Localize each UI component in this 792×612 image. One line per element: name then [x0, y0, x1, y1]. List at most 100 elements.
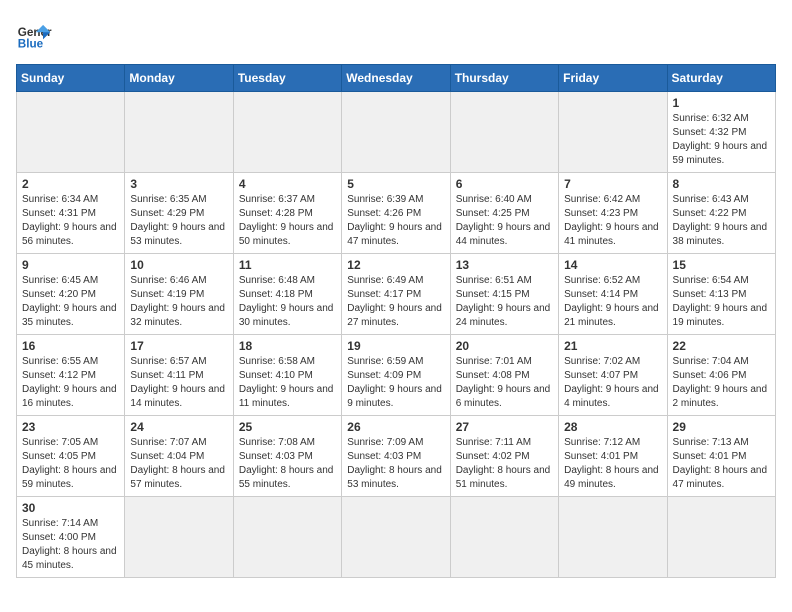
header-day-monday: Monday	[125, 65, 233, 92]
calendar-cell: 8 Sunrise: 6:43 AM Sunset: 4:22 PM Daylig…	[667, 173, 775, 254]
calendar-cell: 1Sunrise: 6:32 AM Sunset: 4:32 PM Daylig…	[667, 92, 775, 173]
calendar-cell: 21Sunrise: 7:02 AM Sunset: 4:07 PM Dayli…	[559, 335, 667, 416]
day-number: 21	[564, 339, 661, 353]
logo-icon: General Blue	[16, 16, 52, 52]
day-number: 14	[564, 258, 661, 272]
calendar-cell: 9 Sunrise: 6:45 AM Sunset: 4:20 PM Daylig…	[17, 254, 125, 335]
calendar-cell: 5 Sunrise: 6:39 AM Sunset: 4:26 PM Daylig…	[342, 173, 450, 254]
day-info: Sunrise: 6:37 AM Sunset: 4:28 PM Dayligh…	[239, 193, 336, 249]
day-number: 2	[22, 177, 119, 191]
calendar-cell: 23 Sunrise: 7:05 AM Sunset: 4:05 PM Dayli…	[17, 416, 125, 497]
calendar-table: SundayMondayTuesdayWednesdayThursdayFrid…	[16, 64, 776, 578]
day-number: 29	[673, 420, 770, 434]
calendar-cell: 4 Sunrise: 6:37 AM Sunset: 4:28 PM Daylig…	[233, 173, 341, 254]
calendar-week-row: 23 Sunrise: 7:05 AM Sunset: 4:05 PM Dayli…	[17, 416, 776, 497]
header-day-sunday: Sunday	[17, 65, 125, 92]
day-number: 25	[239, 420, 336, 434]
day-number: 12	[347, 258, 444, 272]
day-info: Sunrise: 6:59 AM Sunset: 4:09 PM Dayligh…	[347, 355, 444, 411]
day-info: Sunrise: 6:43 AM Sunset: 4:22 PM Dayligh…	[673, 193, 770, 249]
day-info: Sunrise: 6:54 AM Sunset: 4:13 PM Dayligh…	[673, 274, 770, 330]
calendar-cell: 6Sunrise: 6:40 AM Sunset: 4:25 PM Daylig…	[450, 173, 558, 254]
calendar-cell: 29 Sunrise: 7:13 AM Sunset: 4:01 PM Dayli…	[667, 416, 775, 497]
calendar-cell	[233, 92, 341, 173]
day-info: Sunrise: 6:32 AM Sunset: 4:32 PM Dayligh…	[673, 112, 770, 168]
day-info: Sunrise: 6:35 AM Sunset: 4:29 PM Dayligh…	[130, 193, 227, 249]
calendar-cell: 3Sunrise: 6:35 AM Sunset: 4:29 PM Daylig…	[125, 173, 233, 254]
day-info: Sunrise: 6:52 AM Sunset: 4:14 PM Dayligh…	[564, 274, 661, 330]
calendar-week-row: 1Sunrise: 6:32 AM Sunset: 4:32 PM Daylig…	[17, 92, 776, 173]
day-info: Sunrise: 7:14 AM Sunset: 4:00 PM Dayligh…	[22, 517, 119, 573]
day-info: Sunrise: 6:45 AM Sunset: 4:20 PM Dayligh…	[22, 274, 119, 330]
day-info: Sunrise: 7:12 AM Sunset: 4:01 PM Dayligh…	[564, 436, 661, 492]
calendar-cell: 14 Sunrise: 6:52 AM Sunset: 4:14 PM Dayli…	[559, 254, 667, 335]
calendar-cell	[233, 497, 341, 578]
day-info: Sunrise: 6:39 AM Sunset: 4:26 PM Dayligh…	[347, 193, 444, 249]
page-header: General Blue	[16, 16, 776, 52]
day-number: 27	[456, 420, 553, 434]
calendar-cell: 10 Sunrise: 6:46 AM Sunset: 4:19 PM Dayli…	[125, 254, 233, 335]
day-number: 11	[239, 258, 336, 272]
day-number: 9	[22, 258, 119, 272]
day-info: Sunrise: 6:51 AM Sunset: 4:15 PM Dayligh…	[456, 274, 553, 330]
calendar-cell: 11 Sunrise: 6:48 AM Sunset: 4:18 PM Dayli…	[233, 254, 341, 335]
day-info: Sunrise: 7:04 AM Sunset: 4:06 PM Dayligh…	[673, 355, 770, 411]
calendar-cell	[559, 92, 667, 173]
day-info: Sunrise: 7:05 AM Sunset: 4:05 PM Dayligh…	[22, 436, 119, 492]
calendar-cell	[450, 92, 558, 173]
calendar-cell	[667, 497, 775, 578]
day-info: Sunrise: 6:48 AM Sunset: 4:18 PM Dayligh…	[239, 274, 336, 330]
header-day-thursday: Thursday	[450, 65, 558, 92]
day-number: 5	[347, 177, 444, 191]
day-number: 10	[130, 258, 227, 272]
day-info: Sunrise: 6:40 AM Sunset: 4:25 PM Dayligh…	[456, 193, 553, 249]
day-info: Sunrise: 6:55 AM Sunset: 4:12 PM Dayligh…	[22, 355, 119, 411]
calendar-cell	[342, 92, 450, 173]
day-number: 16	[22, 339, 119, 353]
day-number: 4	[239, 177, 336, 191]
calendar-cell: 13Sunrise: 6:51 AM Sunset: 4:15 PM Dayli…	[450, 254, 558, 335]
day-info: Sunrise: 6:49 AM Sunset: 4:17 PM Dayligh…	[347, 274, 444, 330]
day-number: 20	[456, 339, 553, 353]
day-info: Sunrise: 7:13 AM Sunset: 4:01 PM Dayligh…	[673, 436, 770, 492]
day-info: Sunrise: 6:46 AM Sunset: 4:19 PM Dayligh…	[130, 274, 227, 330]
day-info: Sunrise: 7:11 AM Sunset: 4:02 PM Dayligh…	[456, 436, 553, 492]
day-info: Sunrise: 6:57 AM Sunset: 4:11 PM Dayligh…	[130, 355, 227, 411]
calendar-cell	[342, 497, 450, 578]
calendar-cell	[17, 92, 125, 173]
calendar-cell: 7 Sunrise: 6:42 AM Sunset: 4:23 PM Daylig…	[559, 173, 667, 254]
header-day-friday: Friday	[559, 65, 667, 92]
day-number: 19	[347, 339, 444, 353]
day-info: Sunrise: 7:07 AM Sunset: 4:04 PM Dayligh…	[130, 436, 227, 492]
calendar-cell: 18 Sunrise: 6:58 AM Sunset: 4:10 PM Dayli…	[233, 335, 341, 416]
day-info: Sunrise: 7:01 AM Sunset: 4:08 PM Dayligh…	[456, 355, 553, 411]
calendar-header-row: SundayMondayTuesdayWednesdayThursdayFrid…	[17, 65, 776, 92]
day-number: 26	[347, 420, 444, 434]
calendar-cell	[559, 497, 667, 578]
day-info: Sunrise: 6:34 AM Sunset: 4:31 PM Dayligh…	[22, 193, 119, 249]
calendar-cell: 28Sunrise: 7:12 AM Sunset: 4:01 PM Dayli…	[559, 416, 667, 497]
calendar-week-row: 16 Sunrise: 6:55 AM Sunset: 4:12 PM Dayli…	[17, 335, 776, 416]
calendar-cell	[450, 497, 558, 578]
day-number: 30	[22, 501, 119, 515]
day-info: Sunrise: 7:09 AM Sunset: 4:03 PM Dayligh…	[347, 436, 444, 492]
day-number: 7	[564, 177, 661, 191]
day-info: Sunrise: 6:58 AM Sunset: 4:10 PM Dayligh…	[239, 355, 336, 411]
svg-text:Blue: Blue	[18, 38, 44, 51]
calendar-cell: 16 Sunrise: 6:55 AM Sunset: 4:12 PM Dayli…	[17, 335, 125, 416]
calendar-week-row: 9 Sunrise: 6:45 AM Sunset: 4:20 PM Daylig…	[17, 254, 776, 335]
calendar-cell	[125, 497, 233, 578]
calendar-cell: 12 Sunrise: 6:49 AM Sunset: 4:17 PM Dayli…	[342, 254, 450, 335]
logo: General Blue	[16, 16, 52, 52]
day-number: 18	[239, 339, 336, 353]
day-number: 8	[673, 177, 770, 191]
header-day-saturday: Saturday	[667, 65, 775, 92]
day-number: 24	[130, 420, 227, 434]
day-number: 22	[673, 339, 770, 353]
calendar-cell: 2 Sunrise: 6:34 AM Sunset: 4:31 PM Daylig…	[17, 173, 125, 254]
calendar-cell: 30 Sunrise: 7:14 AM Sunset: 4:00 PM Dayli…	[17, 497, 125, 578]
day-number: 23	[22, 420, 119, 434]
day-info: Sunrise: 6:42 AM Sunset: 4:23 PM Dayligh…	[564, 193, 661, 249]
header-day-tuesday: Tuesday	[233, 65, 341, 92]
calendar-cell: 26 Sunrise: 7:09 AM Sunset: 4:03 PM Dayli…	[342, 416, 450, 497]
